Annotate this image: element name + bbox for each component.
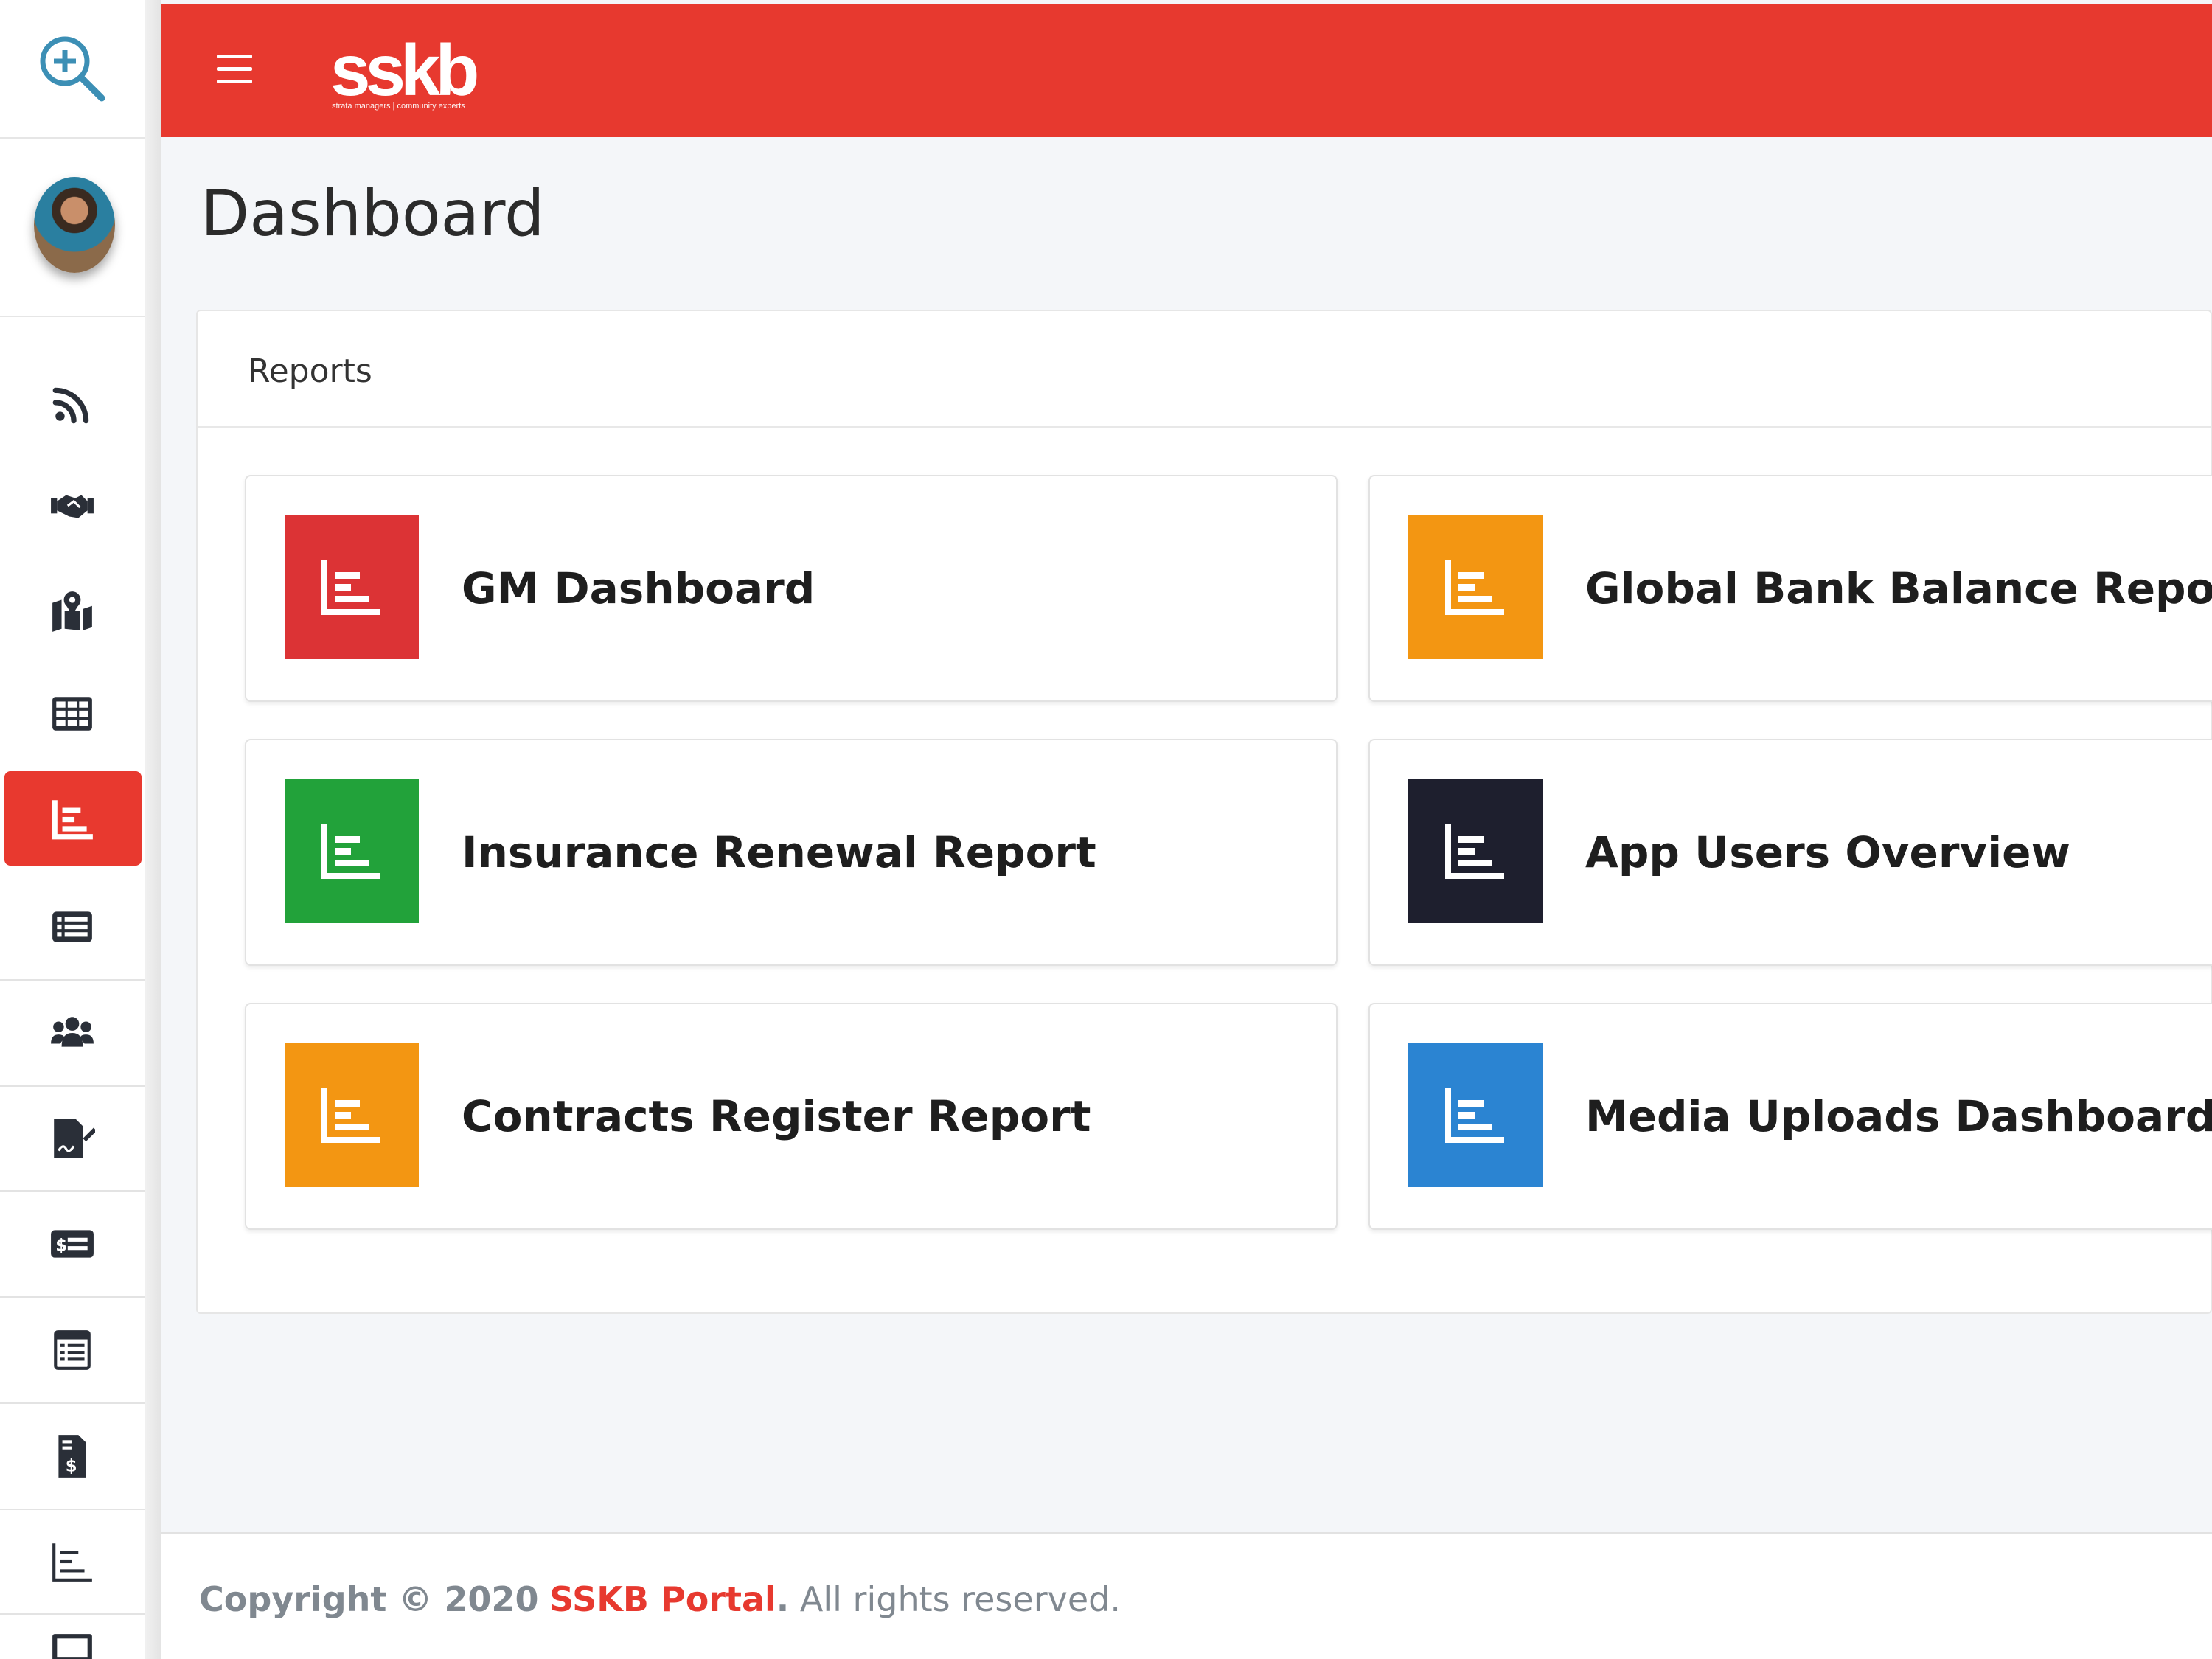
report-tile-global-bank-balance[interactable]: Global Bank Balance Report (1368, 475, 2212, 702)
sidebar-item-signature[interactable] (0, 1087, 145, 1192)
copyright-dot: . (776, 1579, 790, 1619)
svg-text:$: $ (66, 1457, 77, 1476)
handshake-icon (51, 495, 94, 518)
avatar-area (0, 140, 145, 317)
chart-bar-icon (1445, 1088, 1504, 1143)
copyright-suffix: All rights reserved. (799, 1579, 1121, 1619)
sidebar-item-calendar[interactable] (0, 1298, 145, 1404)
zoom-button[interactable] (0, 0, 145, 139)
map-location-icon (52, 591, 92, 632)
report-label: App Users Overview (1585, 827, 2071, 877)
report-icon-box (1408, 779, 1543, 923)
table-grid-icon (52, 697, 92, 731)
sidebar-item-partners[interactable] (0, 469, 145, 543)
report-label: Media Uploads Dashboard (1585, 1091, 2212, 1141)
brand-logo[interactable]: sskb (330, 34, 479, 106)
footer-brand-link[interactable]: SSKB Portal (549, 1579, 776, 1619)
sidebar-item-feed[interactable] (0, 367, 145, 441)
sidebar-item-reports[interactable] (4, 771, 142, 866)
report-icon-box (1408, 1043, 1543, 1187)
report-label: Contracts Register Report (462, 1091, 1091, 1141)
sidebar: $ $ (0, 0, 161, 1659)
calendar-list-icon (54, 1330, 91, 1370)
top-navbar: sskb strata managers | community experts (161, 4, 2212, 137)
sidebar-item-table[interactable] (0, 677, 145, 751)
sidebar-item-payments[interactable]: $ (0, 1192, 145, 1298)
report-label: Insurance Renewal Report (462, 827, 1096, 877)
report-icon-box (285, 1043, 419, 1187)
users-icon (51, 1017, 94, 1047)
menu-toggle-button[interactable] (217, 55, 252, 84)
copyright-prefix: Copyright © 2020 (199, 1579, 539, 1619)
report-label: GM Dashboard (462, 563, 815, 613)
report-tile-gm-dashboard[interactable]: GM Dashboard (245, 475, 1338, 702)
sidebar-item-invoices[interactable]: $ (0, 1404, 145, 1510)
report-tile-app-users-overview[interactable]: App Users Overview (1368, 739, 2212, 966)
chart-bar-icon (52, 800, 93, 840)
sidebar-item-analytics[interactable] (0, 1510, 145, 1615)
hamburger-icon (217, 55, 252, 58)
sidebar-item-desktop[interactable] (0, 1621, 145, 1659)
rss-feed-icon (52, 387, 89, 424)
report-label: Global Bank Balance Report (1585, 563, 2212, 613)
sidebar-item-users[interactable] (0, 981, 145, 1087)
chart-bar-icon (321, 824, 380, 879)
svg-text:$: $ (55, 1236, 67, 1255)
report-tile-contracts-register[interactable]: Contracts Register Report (245, 1003, 1338, 1230)
chart-bar-icon (321, 1088, 380, 1143)
report-icon-box (1408, 515, 1543, 659)
chart-bar-icon (321, 560, 380, 615)
footer: Copyright © 2020 SSKB Portal. All rights… (161, 1532, 2212, 1659)
report-tile-media-uploads[interactable]: Media Uploads Dashboard (1368, 1003, 2212, 1230)
file-invoice-dollar-icon: $ (58, 1435, 86, 1478)
signature-icon (54, 1119, 95, 1158)
copyright-text: Copyright © 2020 SSKB Portal. All rights… (199, 1579, 1121, 1619)
card-title: Reports (248, 352, 372, 390)
card-header: Reports (198, 311, 2211, 428)
sidebar-item-list[interactable] (0, 874, 145, 981)
reports-card: Reports GM Dashboard Global Bank Balance… (196, 310, 2212, 1314)
chart-bar-icon (1445, 824, 1504, 879)
money-check-icon: $ (51, 1230, 94, 1258)
page-title: Dashboard (201, 177, 545, 251)
desktop-icon (52, 1634, 92, 1659)
list-icon (52, 911, 92, 942)
report-tile-insurance-renewal[interactable]: Insurance Renewal Report (245, 739, 1338, 966)
chart-bar-outline-icon (52, 1543, 92, 1582)
chart-bar-icon (1445, 560, 1504, 615)
report-icon-box (285, 779, 419, 923)
sidebar-item-map[interactable] (0, 574, 145, 647)
brand-tagline: strata managers | community experts (332, 102, 465, 111)
sidebar-edge (145, 0, 161, 1659)
report-icon-box (285, 515, 419, 659)
user-avatar[interactable] (34, 177, 115, 273)
zoom-in-icon (40, 36, 105, 102)
